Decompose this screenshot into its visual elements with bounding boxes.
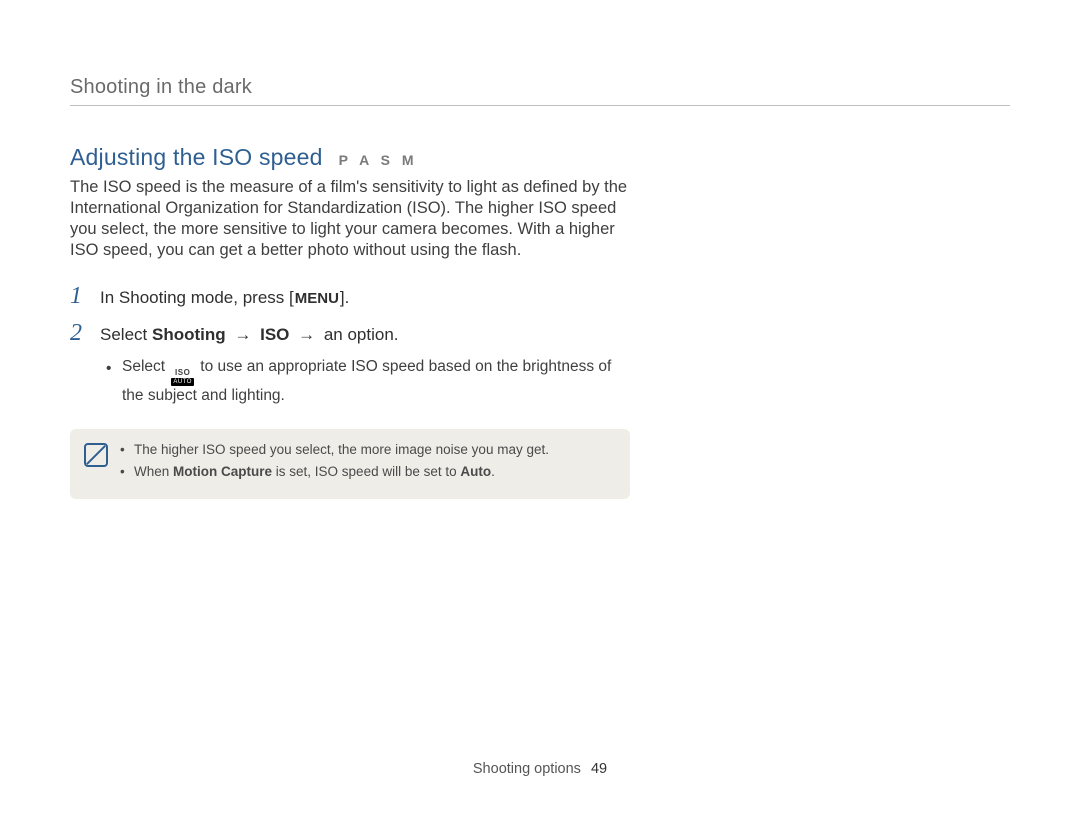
arrow-icon: → bbox=[226, 325, 260, 344]
note-seg: . bbox=[491, 464, 495, 479]
intro-paragraph: The ISO speed is the measure of a film's… bbox=[70, 177, 630, 261]
step-2: 2 Select Shooting → ISO → an option. bbox=[70, 320, 630, 347]
footer-section: Shooting options bbox=[473, 761, 581, 777]
bullet-icon: • bbox=[120, 463, 126, 481]
mode-badges: P A S M bbox=[339, 152, 418, 168]
page-footer: Shooting options 49 bbox=[0, 761, 1080, 777]
steps-list: 1 In Shooting mode, press [MENU]. 2 Sele… bbox=[70, 283, 630, 406]
note-bold-auto: Auto bbox=[460, 464, 491, 479]
section-heading: Adjusting the ISO speed bbox=[70, 144, 323, 171]
substep-text: Select ISO AUTO to use an appropriate IS… bbox=[122, 357, 630, 406]
step-text: In Shooting mode, press [MENU]. bbox=[100, 288, 349, 308]
note-seg: is set, ISO speed will be set to bbox=[272, 464, 460, 479]
step-text-t1: Select bbox=[100, 325, 152, 344]
breadcrumb: Shooting in the dark bbox=[70, 76, 1010, 99]
iso-auto-icon: ISO AUTO bbox=[171, 369, 194, 386]
bullet-icon: • bbox=[106, 357, 114, 379]
content-column: Adjusting the ISO speed P A S M The ISO … bbox=[70, 144, 630, 499]
note-box: • The higher ISO speed you select, the m… bbox=[70, 429, 630, 499]
menu-button-label: MENU bbox=[294, 290, 340, 307]
substep-pre: Select bbox=[122, 358, 169, 375]
heading-row: Adjusting the ISO speed P A S M bbox=[70, 144, 630, 171]
note-text: The higher ISO speed you select, the mor… bbox=[134, 441, 549, 459]
note-bold-motion-capture: Motion Capture bbox=[173, 464, 272, 479]
iso-auto-top: ISO bbox=[175, 369, 190, 377]
step-text-t4: an option. bbox=[324, 325, 399, 344]
bullet-icon: • bbox=[120, 441, 126, 459]
step-number: 2 bbox=[70, 320, 88, 347]
step-text-suffix: ]. bbox=[340, 288, 349, 307]
note-seg: When bbox=[134, 464, 173, 479]
substeps: • Select ISO AUTO to use an appropriate … bbox=[106, 357, 630, 406]
substep: • Select ISO AUTO to use an appropriate … bbox=[106, 357, 630, 406]
step-number: 1 bbox=[70, 283, 88, 310]
note-item: • The higher ISO speed you select, the m… bbox=[120, 441, 549, 459]
menu-path-iso: ISO bbox=[260, 325, 289, 344]
step-text-prefix: In Shooting mode, press [ bbox=[100, 288, 294, 307]
note-icon bbox=[84, 443, 108, 467]
divider bbox=[70, 105, 1010, 106]
manual-page: Shooting in the dark Adjusting the ISO s… bbox=[0, 0, 1080, 815]
menu-path-shooting: Shooting bbox=[152, 325, 226, 344]
step-1: 1 In Shooting mode, press [MENU]. bbox=[70, 283, 630, 310]
note-text: When Motion Capture is set, ISO speed wi… bbox=[134, 463, 495, 481]
iso-auto-bot: AUTO bbox=[171, 378, 194, 386]
note-list: • The higher ISO speed you select, the m… bbox=[120, 441, 549, 485]
substep-post: to use an appropriate ISO speed based on… bbox=[122, 358, 611, 404]
note-item: • When Motion Capture is set, ISO speed … bbox=[120, 463, 549, 481]
arrow-icon: → bbox=[289, 325, 323, 344]
page-number: 49 bbox=[591, 761, 607, 777]
step-text: Select Shooting → ISO → an option. bbox=[100, 325, 399, 345]
